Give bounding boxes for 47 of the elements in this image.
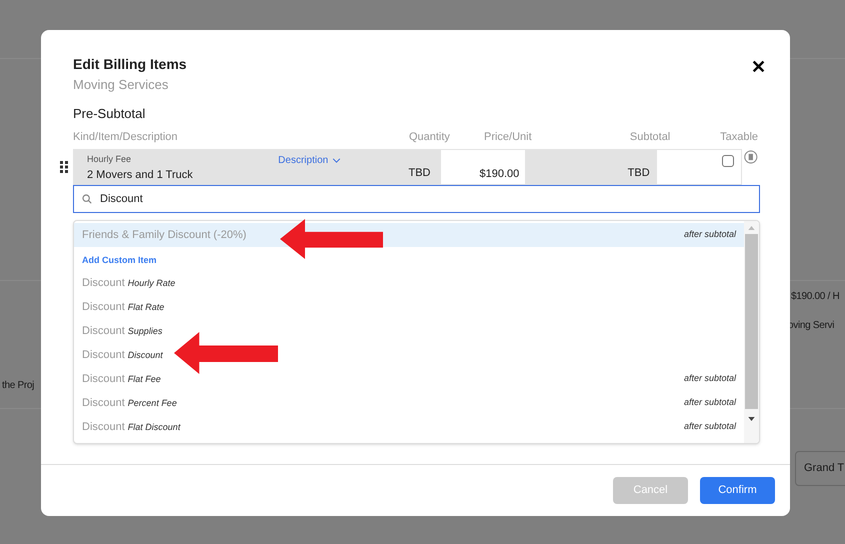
option-prefix: Discount xyxy=(82,300,125,315)
column-header: Taxable xyxy=(719,130,758,144)
option-name: Flat Fee xyxy=(128,372,161,386)
dialog-title: Edit Billing Items xyxy=(73,55,187,74)
subtotal-cell: TBD xyxy=(525,149,656,185)
dropdown-option[interactable]: Friends & Family Discount (-20%) after subtotal xyxy=(74,223,744,247)
quantity-cell: TBD xyxy=(371,149,440,185)
option-prefix: Discount xyxy=(82,324,125,339)
option-prefix: Discount xyxy=(82,396,125,411)
option-prefix: Discount xyxy=(82,276,125,291)
option-name: Supplies xyxy=(128,324,162,338)
item-name: 2 Movers and 1 Truck xyxy=(87,168,193,182)
price-field[interactable]: $190.00 xyxy=(440,149,526,185)
search-icon xyxy=(82,194,92,204)
option-name: Discount xyxy=(128,348,163,362)
option-name: Percent Fee xyxy=(128,396,177,410)
option-prefix: Discount xyxy=(82,348,125,363)
chevron-down-icon xyxy=(332,158,342,162)
background-text: the Proj xyxy=(2,379,34,393)
scrollbar[interactable] xyxy=(744,221,759,443)
dialog-subtitle: Moving Services xyxy=(73,76,170,94)
option-name: Hourly Rate xyxy=(128,276,176,290)
column-header: Quantity xyxy=(408,130,450,144)
option-prefix: Discount xyxy=(82,420,125,435)
option-note: after subtotal xyxy=(684,420,736,434)
option-note: after subtotal xyxy=(684,372,736,386)
drag-handle-icon[interactable] xyxy=(60,161,68,173)
section-heading: Pre-Subtotal xyxy=(73,106,146,120)
option-note: after subtotal xyxy=(684,228,736,242)
search-field[interactable]: Discount xyxy=(73,185,760,213)
taxable-checkbox[interactable] xyxy=(722,155,734,167)
column-header: Price/Unit xyxy=(482,130,532,144)
background-text: Grand T xyxy=(795,451,845,486)
background-text: $190.00 / H xyxy=(791,290,840,304)
option-prefix: Discount xyxy=(82,372,125,387)
option-note: after subtotal xyxy=(684,396,736,410)
column-header: Subtotal xyxy=(628,130,670,144)
option-name: Flat Rate xyxy=(128,300,164,314)
trash-icon[interactable] xyxy=(744,150,758,164)
column-header: Kind/Item/Description xyxy=(73,130,179,144)
add-custom-item-link[interactable]: Add Custom Item xyxy=(74,247,744,271)
description-dropdown[interactable]: Description xyxy=(278,153,342,167)
item-kind: Hourly Fee xyxy=(87,153,132,166)
option-name: Flat Discount xyxy=(128,420,180,434)
close-button[interactable]: ✕ xyxy=(751,54,766,78)
dialog-button[interactable]: Confirm xyxy=(700,477,775,504)
scroll-down-icon[interactable] xyxy=(748,417,755,421)
